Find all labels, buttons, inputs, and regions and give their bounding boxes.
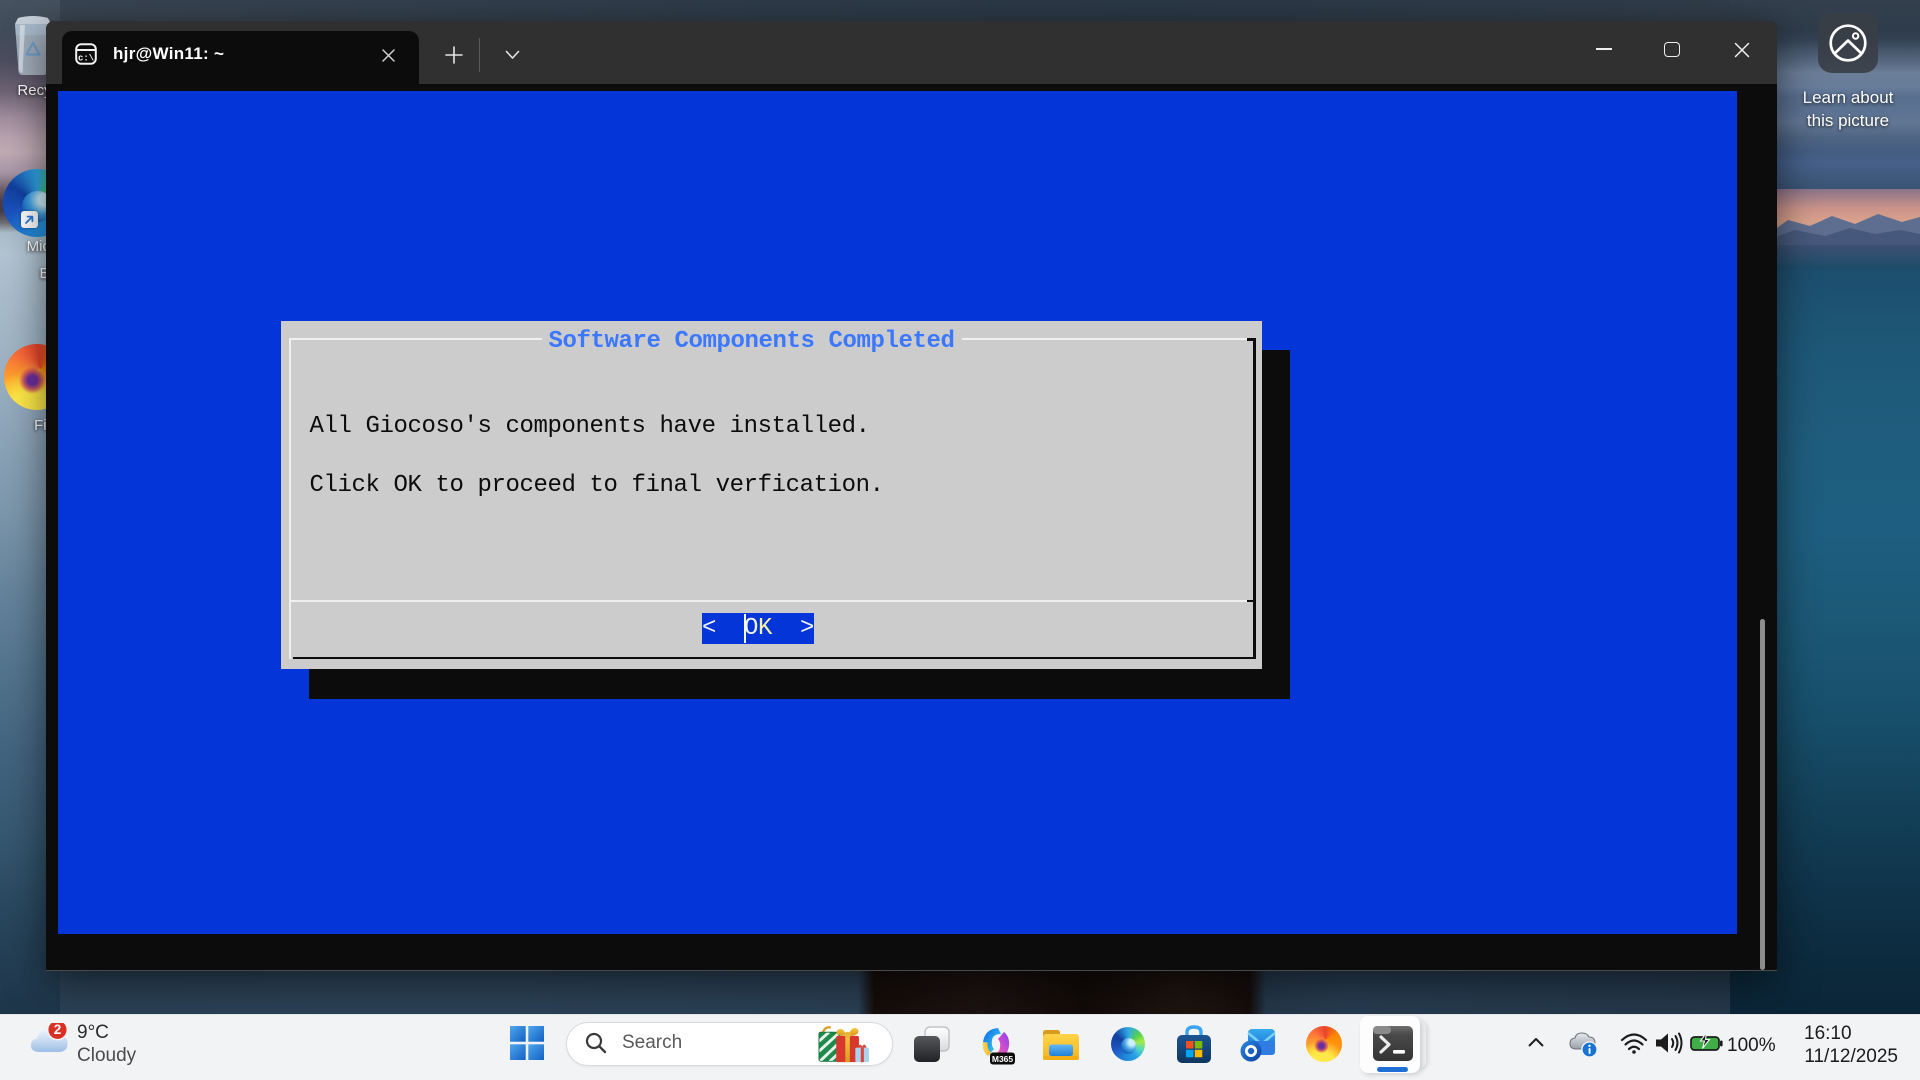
svg-text:c:\: c:\ [78,54,95,64]
svg-text:2: 2 [54,1023,62,1037]
svg-text:M365: M365 [992,1054,1014,1064]
